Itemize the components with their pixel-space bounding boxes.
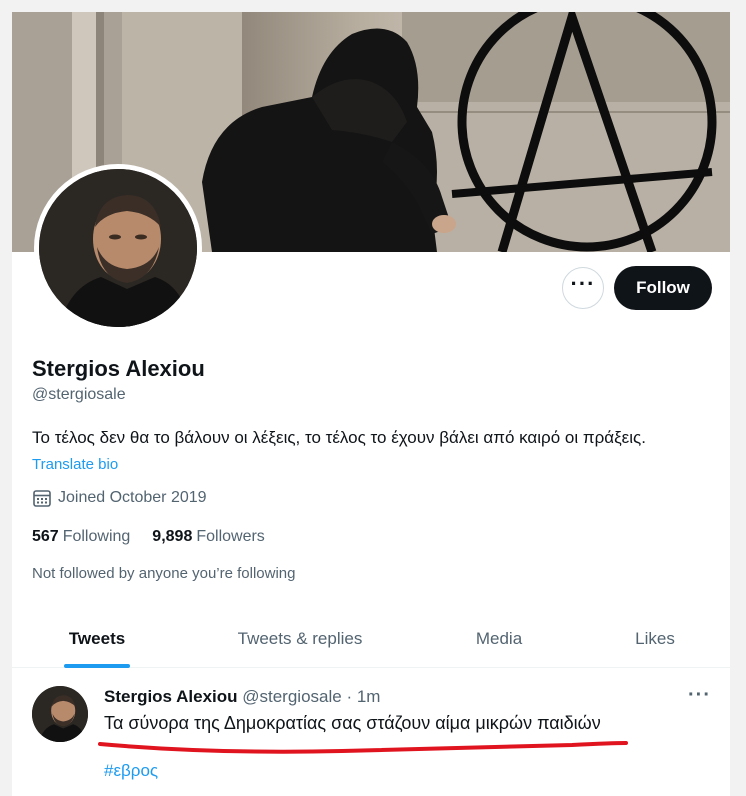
followers-link[interactable]: 9,898 Followers — [152, 528, 265, 546]
profile-avatar[interactable] — [34, 164, 202, 332]
following-label: Following — [62, 528, 131, 545]
tab-tweets[interactable]: Tweets — [12, 610, 182, 668]
tab-label: Tweets — [68, 629, 126, 648]
profile-name: Stergios Alexiou — [32, 356, 205, 381]
translate-bio-link[interactable]: Translate bio — [32, 456, 118, 473]
tweet-header: Stergios Alexiou @stergiosale · 1m — [104, 687, 380, 707]
followers-label: Followers — [196, 528, 265, 545]
joined-label: Joined October 2019 — [58, 489, 207, 506]
profile-tabs: Tweets Tweets & replies Media Likes — [12, 610, 730, 668]
active-tab-indicator — [64, 664, 130, 668]
avatar-image — [39, 169, 197, 327]
tweet-hashtag-link[interactable]: #εβρος — [104, 761, 158, 781]
profile-handle: @stergiosale — [32, 386, 126, 403]
more-options-button[interactable]: ··· — [562, 267, 604, 309]
tab-likes[interactable]: Likes — [580, 610, 730, 668]
tab-label: Likes — [635, 629, 675, 648]
follow-button[interactable]: Follow — [614, 266, 712, 310]
tweet-meta: @stergiosale · 1m — [242, 687, 381, 706]
profile-bio: Το τέλος δεν θα το βάλουν οι λέξεις, το … — [32, 428, 646, 447]
joined-date: Joined October 2019 — [32, 488, 207, 508]
tab-label: Media — [475, 629, 523, 648]
followers-count: 9,898 — [152, 528, 193, 545]
more-icon: ··· — [570, 271, 596, 296]
mutual-followers-note: Not followed by anyone you’re following — [32, 565, 296, 582]
following-count: 567 — [32, 528, 59, 545]
tweet-more-icon[interactable]: ··· — [688, 684, 711, 707]
following-link[interactable]: 567 Following — [32, 528, 130, 546]
tab-media[interactable]: Media — [418, 610, 580, 668]
tweet-author-name[interactable]: Stergios Alexiou — [104, 687, 238, 706]
calendar-icon — [33, 490, 51, 507]
tab-label: Tweets & replies — [237, 629, 363, 648]
follow-stats: 567 Following 9,898 Followers — [32, 528, 265, 546]
tab-tweets-replies[interactable]: Tweets & replies — [182, 610, 418, 668]
tweet-text: Τα σύνορα της Δημοκρατίας σας στάζουν αί… — [104, 713, 601, 733]
tweet-avatar[interactable] — [32, 686, 88, 742]
profile-page: ··· Follow Stergios Alexiou @stergiosale… — [12, 12, 730, 796]
